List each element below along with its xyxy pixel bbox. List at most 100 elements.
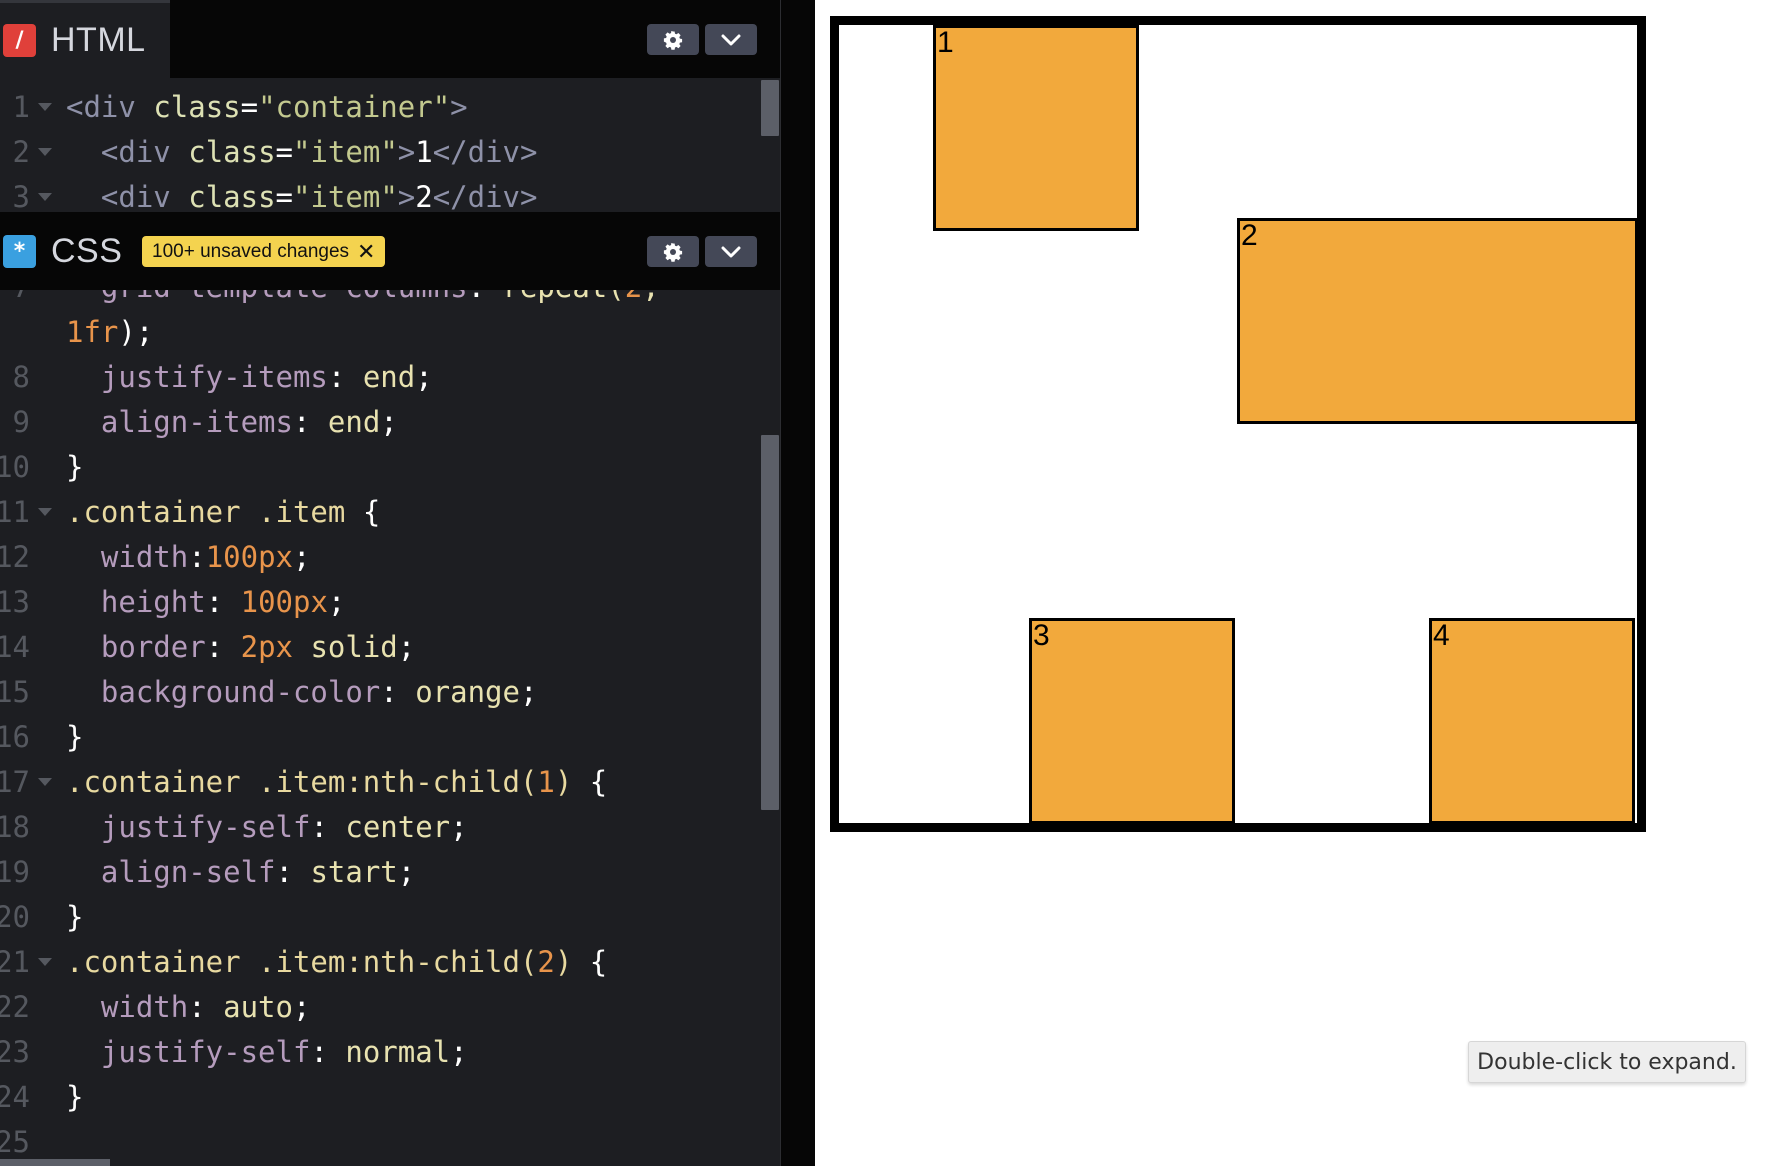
code-text: .container .item:nth-child(1) { <box>66 765 608 799</box>
code-line[interactable]: 9 align-items: end; <box>0 400 780 445</box>
line-number: 20 <box>0 900 30 934</box>
code-text: } <box>66 900 84 934</box>
line-number: 13 <box>0 585 30 619</box>
code-line[interactable]: 1 <div class="container"> <box>0 85 780 130</box>
gear-icon <box>663 242 683 262</box>
grid-container: 1 2 3 4 <box>830 16 1646 832</box>
panel-resize-handle[interactable] <box>780 0 815 1166</box>
line-number: 1 <box>12 90 30 124</box>
css-horizontal-scrollbar-thumb[interactable] <box>0 1159 110 1166</box>
html-tab[interactable]: / HTML <box>0 0 170 78</box>
html-panel-header: / HTML <box>0 0 780 78</box>
css-settings-button[interactable] <box>647 236 699 267</box>
fold-arrow-icon[interactable] <box>38 103 52 111</box>
fold-arrow-icon[interactable] <box>38 958 52 966</box>
code-text: justify-items: end; <box>66 360 433 394</box>
code-line[interactable]: 24} <box>0 1075 780 1120</box>
grid-item-label: 1 <box>937 26 954 59</box>
result-preview[interactable]: 1 2 3 4 Double-click to expand. <box>815 0 1792 1166</box>
grid-item-2: 2 <box>1237 218 1638 424</box>
unsaved-changes-badge[interactable]: 100+ unsaved changes ✕ <box>142 236 386 267</box>
html-scrollbar-track[interactable] <box>760 78 780 212</box>
line-number: 16 <box>0 720 30 754</box>
code-text: <div class="item">1</div> <box>100 135 538 169</box>
css-tab[interactable]: * CSS <box>0 212 136 290</box>
fold-arrow-icon[interactable] <box>38 148 52 156</box>
code-text: border: 2px solid; <box>66 630 416 664</box>
code-text: } <box>66 1080 84 1114</box>
line-number: 15 <box>0 675 30 709</box>
code-line[interactable]: 17 .container .item:nth-child(1) { <box>0 760 780 805</box>
chevron-down-icon <box>721 246 741 257</box>
grid-item-label: 4 <box>1433 619 1450 652</box>
line-number: 25 <box>0 1125 30 1159</box>
chevron-down-icon <box>721 34 741 45</box>
grid-item-4: 4 <box>1429 618 1635 824</box>
code-text: .container .item { <box>66 495 381 529</box>
html-tab-label: HTML <box>51 21 146 59</box>
expand-tooltip: Double-click to expand. <box>1468 1041 1746 1083</box>
line-number: 18 <box>0 810 30 844</box>
css-collapse-button[interactable] <box>705 236 757 267</box>
line-number: 17 <box>0 765 30 799</box>
html-code-editor[interactable]: 1 <div class="container"> 2 <div class="it… <box>0 85 780 212</box>
code-text: width:100px; <box>66 540 311 574</box>
code-line[interactable]: 16} <box>0 715 780 760</box>
line-number: 10 <box>0 450 30 484</box>
css-scrollbar-track[interactable] <box>760 290 780 1166</box>
code-text: .container .item:nth-child(2) { <box>66 945 608 979</box>
code-text: } <box>66 450 84 484</box>
grid-item-label: 3 <box>1033 619 1050 652</box>
code-line[interactable]: 11 .container .item { <box>0 490 780 535</box>
html-scrollbar-thumb[interactable] <box>761 80 779 136</box>
code-line[interactable]: 12 width:100px; <box>0 535 780 580</box>
css-tab-label: CSS <box>51 231 123 270</box>
line-number: 21 <box>0 945 30 979</box>
gear-icon <box>663 30 683 50</box>
fold-arrow-icon[interactable] <box>38 778 52 786</box>
html-collapse-button[interactable] <box>705 24 757 55</box>
code-line[interactable]: 23 justify-self: normal; <box>0 1030 780 1075</box>
code-line[interactable]: 22 width: auto; <box>0 985 780 1030</box>
html-slash-icon: / <box>3 24 36 57</box>
code-line[interactable]: 15 background-color: orange; <box>0 670 780 715</box>
code-line[interactable]: 18 justify-self: center; <box>0 805 780 850</box>
css-scrollbar-thumb[interactable] <box>761 435 779 810</box>
line-number: 14 <box>0 630 30 664</box>
line-number: 12 <box>0 540 30 574</box>
code-line[interactable]: 21 .container .item:nth-child(2) { <box>0 940 780 985</box>
code-text: justify-self: normal; <box>66 1035 468 1069</box>
line-number: 9 <box>12 405 30 439</box>
close-icon[interactable]: ✕ <box>357 240 375 263</box>
code-text: align-items: end; <box>66 405 398 439</box>
code-line[interactable]: 1fr); <box>0 310 780 355</box>
code-text: justify-self: center; <box>66 810 468 844</box>
grid-item-1: 1 <box>933 25 1139 231</box>
line-number: 24 <box>0 1080 30 1114</box>
code-text: <div class="item">2</div> <box>100 180 538 212</box>
code-line[interactable]: 2 <div class="item">1</div> <box>0 130 780 175</box>
fold-arrow-icon[interactable] <box>38 508 52 516</box>
code-line[interactable]: 14 border: 2px solid; <box>0 625 780 670</box>
code-line[interactable]: 25 <box>0 1120 780 1160</box>
line-number: 22 <box>0 990 30 1024</box>
grid-item-label: 2 <box>1241 219 1258 252</box>
code-text: <div class="container"> <box>66 90 468 124</box>
fold-arrow-icon[interactable] <box>38 193 52 201</box>
html-settings-button[interactable] <box>647 24 699 55</box>
code-text: width: auto; <box>66 990 311 1024</box>
code-text: } <box>66 720 84 754</box>
code-text: align-self: start; <box>66 855 416 889</box>
line-number: 3 <box>12 180 30 212</box>
code-line[interactable]: 10} <box>0 445 780 490</box>
code-line[interactable]: 3 <div class="item">2</div> <box>0 175 780 212</box>
grid-item-3: 3 <box>1029 618 1235 824</box>
line-number: 8 <box>12 360 30 394</box>
code-line[interactable]: 8 justify-items: end; <box>0 355 780 400</box>
code-line[interactable]: 19 align-self: start; <box>0 850 780 895</box>
css-code-editor[interactable]: 7 grid-template-columns: repeat(2,1fr);8… <box>0 265 780 1160</box>
css-asterisk-icon: * <box>3 234 36 268</box>
code-line[interactable]: 20} <box>0 895 780 940</box>
line-number: 23 <box>0 1035 30 1069</box>
code-line[interactable]: 13 height: 100px; <box>0 580 780 625</box>
